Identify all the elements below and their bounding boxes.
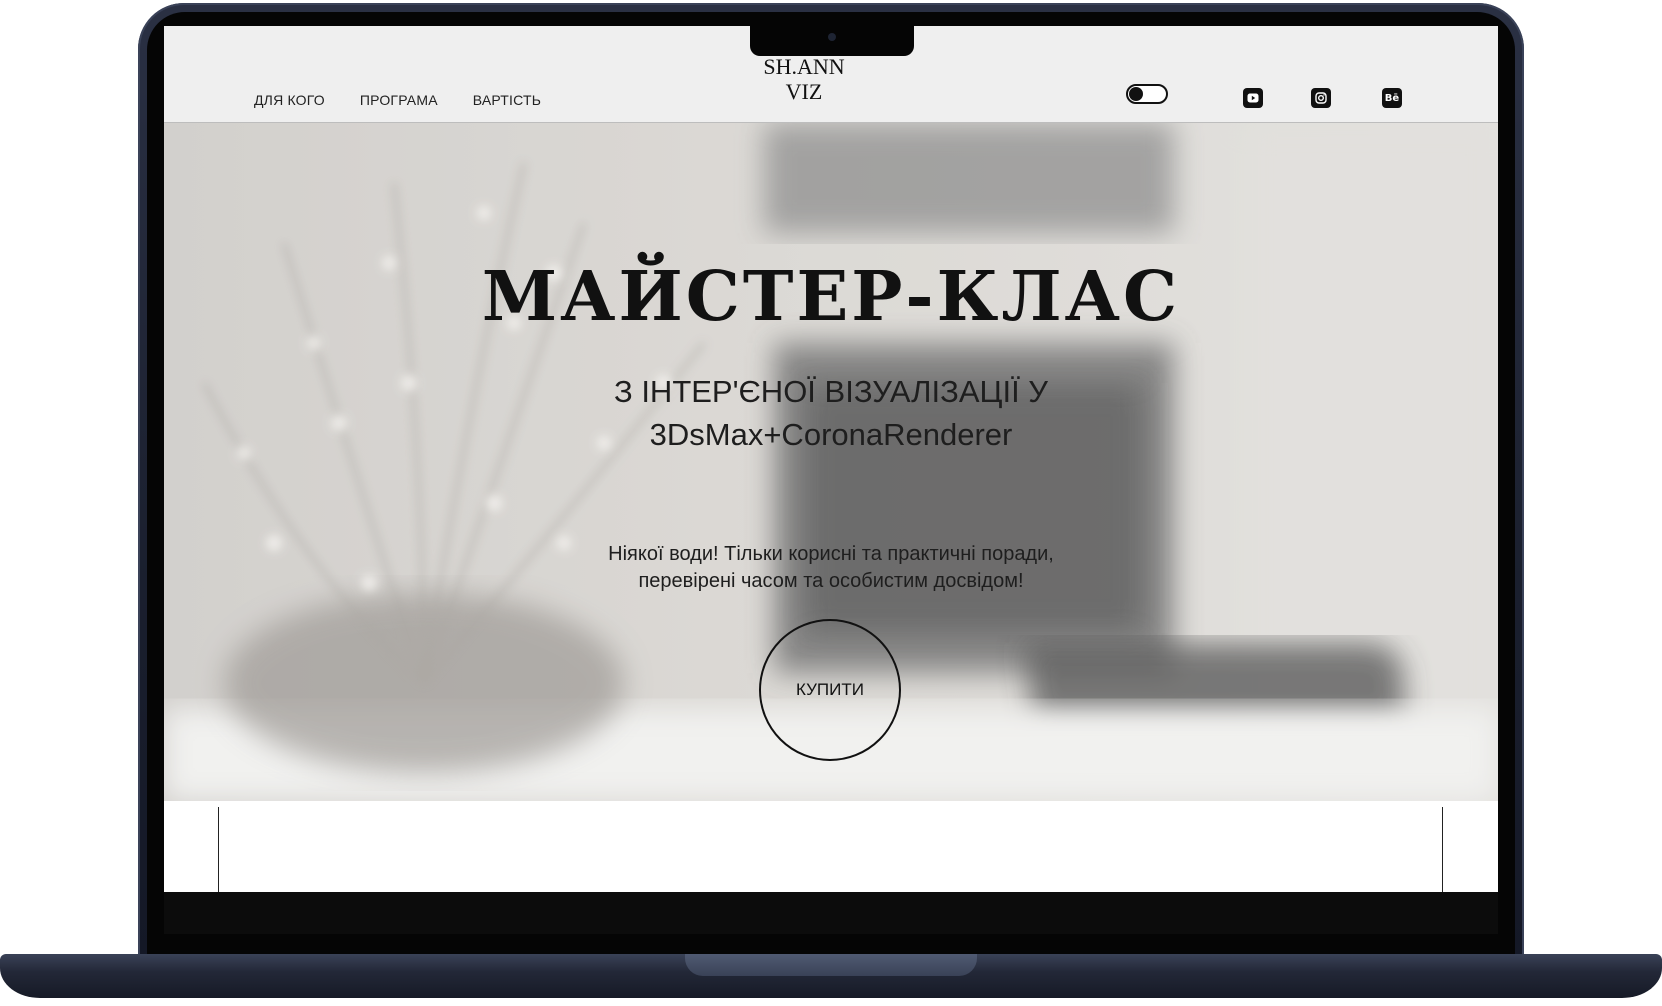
buy-button[interactable]: КУПИТИ [759,619,901,761]
instagram-icon[interactable] [1311,88,1331,108]
behance-icon-glyph: Bē [1384,92,1400,104]
site-logo[interactable]: SH.ANN VIZ [734,54,874,104]
logo-line-1: SH.ANN [763,54,845,79]
section-divider-left [218,807,219,892]
logo-line-2: VIZ [785,79,823,104]
camera-icon [828,33,836,41]
hero-description-line-1: Ніякої води! Тільки корисні та практичні… [608,543,1054,565]
toggle-knob [1129,87,1143,101]
laptop-base-notch [685,954,977,976]
screen-bottom-bezel [164,892,1498,934]
nav-link-program[interactable]: ПРОГРАМА [360,92,438,108]
behance-icon[interactable]: Bē [1382,88,1402,108]
hero-description-line-2: перевірені часом та особистим досвідом! [638,570,1024,592]
theme-toggle[interactable] [1126,84,1168,104]
laptop-screen: ДЛЯ КОГО ПРОГРАМА ВАРТІСТЬ SH.ANN VIZ Bē… [164,26,1498,892]
next-section [164,801,1498,892]
section-divider-right [1442,807,1443,892]
youtube-icon[interactable] [1243,88,1263,108]
nav-link-price[interactable]: ВАРТІСТЬ [473,92,541,108]
hero-section: МАЙСТЕР-КЛАС З ІНТЕР'ЄНОЇ ВІЗУАЛІЗАЦІЇ У… [164,123,1498,801]
hero-description: Ніякої води! Тільки корисні та практичні… [164,541,1498,595]
hero-title: МАЙСТЕР-КЛАС [481,257,1181,337]
nav-link-for-whom[interactable]: ДЛЯ КОГО [254,92,325,108]
camera-notch [750,26,914,56]
hero-subtitle-line-1: З ІНТЕР'ЄНОЇ ВІЗУАЛІЗАЦІЇ У [613,374,1048,409]
hero-subtitle-line-2: 3DsMax+CoronaRenderer [649,417,1013,452]
main-nav: ДЛЯ КОГО ПРОГРАМА ВАРТІСТЬ [254,92,541,108]
hero-subtitle: З ІНТЕР'ЄНОЇ ВІЗУАЛІЗАЦІЇ У 3DsMax+Coron… [164,370,1498,456]
